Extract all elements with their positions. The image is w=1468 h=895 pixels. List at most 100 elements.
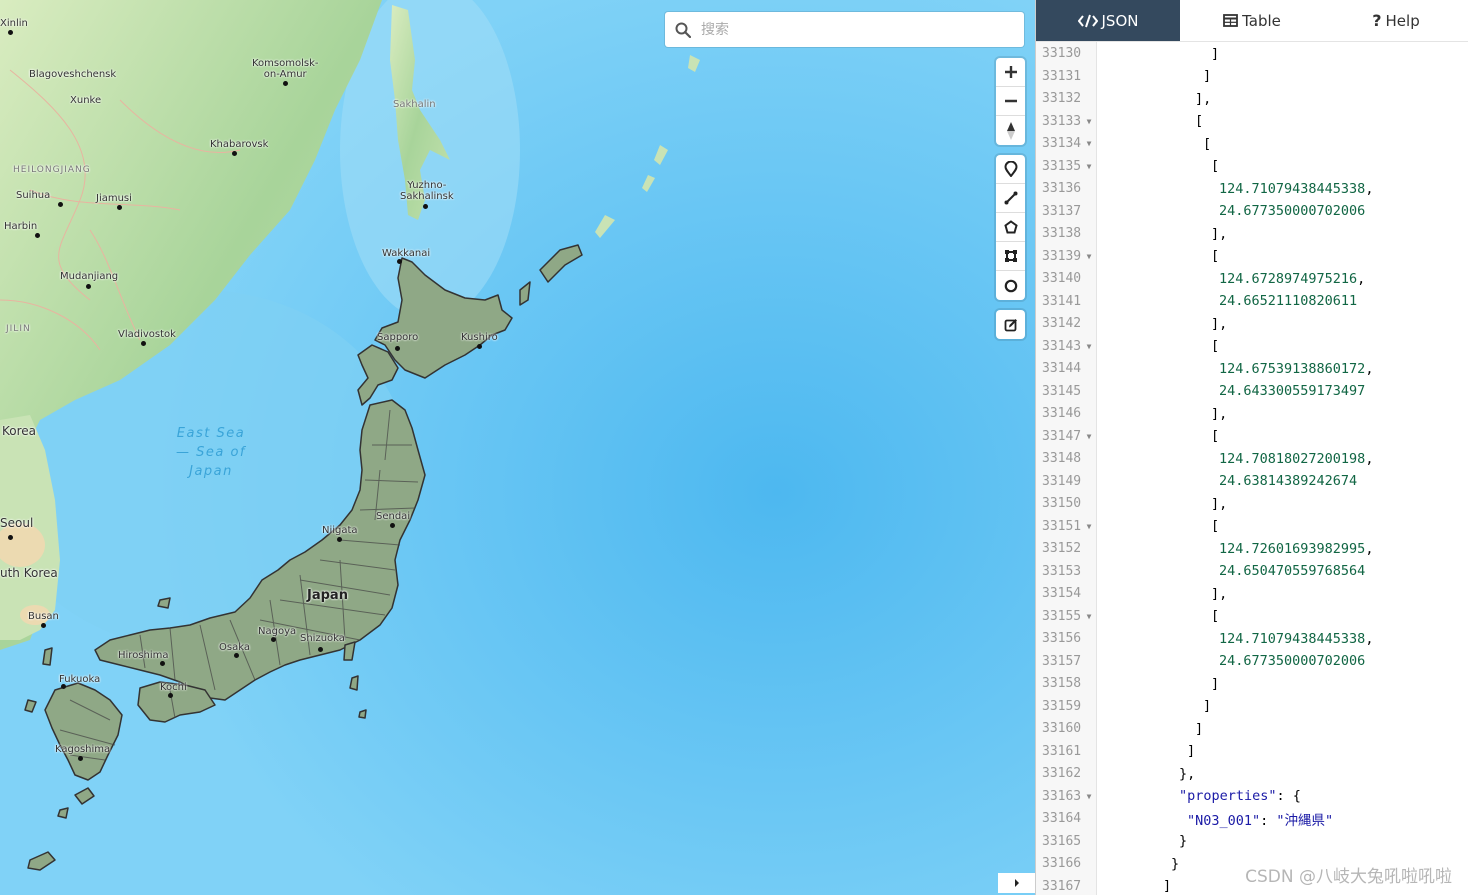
json-punct: ],	[1211, 495, 1228, 512]
city-dot	[283, 81, 288, 86]
region-label: HEILONGJIANG	[13, 165, 91, 175]
fold-toggle-icon[interactable]: ▼	[1083, 162, 1095, 171]
code-icon	[1077, 14, 1098, 27]
line-number: 33165	[1042, 833, 1082, 849]
code-line: 33162},	[1036, 763, 1468, 786]
code-line: 33148 124.70818027200198,	[1036, 448, 1468, 471]
draw-line-button[interactable]	[996, 184, 1025, 213]
search-input[interactable]	[701, 13, 1024, 46]
zoom-in-button[interactable]	[996, 58, 1025, 87]
code-text: ],	[1211, 586, 1227, 602]
place-label: Komsomolsk- on-Amur	[252, 58, 319, 80]
code-line: 33155 ▼ [	[1036, 605, 1468, 628]
json-key: "properties"	[1179, 788, 1277, 805]
code-text: },	[1179, 766, 1195, 782]
place-label: Wakkanai	[382, 248, 431, 259]
json-punct: ],	[1195, 90, 1212, 107]
code-line: 33151 ▼ [	[1036, 515, 1468, 538]
fold-toggle-icon[interactable]: ▼	[1083, 432, 1095, 441]
line-number: 33135	[1042, 158, 1082, 174]
code-text: [	[1211, 428, 1219, 444]
question-icon: ?	[1372, 11, 1382, 30]
line-number: 33151	[1042, 518, 1082, 534]
code-line: 33165}	[1036, 830, 1468, 853]
search-icon[interactable]	[665, 12, 701, 47]
zoom-in-icon	[1004, 66, 1017, 78]
json-number: 124.71079438445338	[1219, 630, 1366, 647]
code-text: ]	[1211, 676, 1219, 692]
code-text: 124.70818027200198,	[1219, 451, 1373, 467]
code-text: 124.72601693982995,	[1219, 541, 1373, 557]
json-number: 124.67539138860172	[1219, 360, 1366, 377]
zoom-out-icon	[1004, 99, 1017, 103]
code-line: 33154],	[1036, 583, 1468, 606]
code-text: 124.71079438445338,	[1219, 631, 1373, 647]
map-view[interactable]: Xinlin Blagoveshchensk Komsomolsk- on-Am…	[0, 0, 1035, 895]
compass-icon	[1006, 121, 1015, 140]
edit-control	[996, 310, 1025, 339]
json-punct: [	[1195, 113, 1204, 130]
code-line: 33135 ▼ [	[1036, 155, 1468, 178]
json-editor[interactable]: 33130] 33131] 33132], 33133 ▼[33134 ▼[33135 ▼[…	[1036, 42, 1468, 895]
code-text: ],	[1211, 406, 1227, 422]
compass-button[interactable]	[996, 116, 1025, 145]
json-punct: ]	[1163, 878, 1172, 895]
region-label: JILIN	[6, 324, 31, 334]
fold-toggle-icon[interactable]: ▼	[1083, 792, 1095, 801]
place-label: Niigata	[322, 525, 358, 536]
line-number: 33156	[1042, 631, 1082, 647]
panel-tabs: JSON Table ? Help	[1036, 0, 1468, 42]
place-label: Blagoveshchensk	[29, 69, 117, 80]
line-number: 33143	[1042, 338, 1082, 354]
tab-table[interactable]: Table	[1180, 0, 1324, 41]
code-text: ]	[1187, 743, 1195, 759]
fold-toggle-icon[interactable]: ▼	[1083, 522, 1095, 531]
fold-toggle-icon[interactable]: ▼	[1083, 139, 1095, 148]
base-map	[0, 0, 1035, 895]
fold-toggle-icon[interactable]: ▼	[1083, 117, 1095, 126]
line-number: 33137	[1042, 203, 1082, 219]
json-punct: [	[1211, 158, 1220, 175]
line-number: 33149	[1042, 473, 1082, 489]
json-punct: ,	[1365, 180, 1374, 197]
city-dot	[423, 204, 428, 209]
json-number: 24.66521110820611	[1219, 293, 1358, 310]
place-label: Sapporo	[377, 332, 419, 343]
edit-layers-button[interactable]	[996, 310, 1025, 339]
island-label: Sakhalin	[393, 99, 436, 110]
draw-rectangle-button[interactable]	[996, 242, 1025, 271]
draw-marker-button[interactable]	[996, 155, 1025, 184]
tab-label: Help	[1385, 11, 1420, 30]
code-line: 33144 124.67539138860172,	[1036, 358, 1468, 381]
code-line: 33157 24.677350000702006	[1036, 650, 1468, 673]
city-dot	[8, 535, 13, 540]
code-text: ]	[1203, 698, 1211, 714]
draw-polygon-button[interactable]	[996, 213, 1025, 242]
place-label: Kochi	[160, 682, 187, 693]
country-label: Japan	[307, 588, 348, 603]
line-number: 33155	[1042, 608, 1082, 624]
line-number: 33132	[1042, 91, 1082, 107]
place-label: Seoul	[0, 516, 34, 530]
zoom-out-button[interactable]	[996, 87, 1025, 116]
tab-json[interactable]: JSON	[1036, 0, 1180, 41]
code-line: 33143 ▼ [	[1036, 335, 1468, 358]
code-line: 33138],	[1036, 223, 1468, 246]
city-dot	[35, 233, 40, 238]
city-dot	[390, 523, 395, 528]
json-number: 24.650470559768564	[1219, 563, 1366, 580]
json-number: 124.70818027200198	[1219, 450, 1366, 467]
draw-circle-icon	[1004, 279, 1017, 292]
collapse-panel-button[interactable]	[998, 873, 1035, 893]
json-punct: },	[1179, 765, 1196, 782]
draw-circle-button[interactable]	[996, 271, 1025, 300]
place-label: Sendai	[376, 511, 411, 522]
fold-toggle-icon[interactable]: ▼	[1083, 612, 1095, 621]
fold-toggle-icon[interactable]: ▼	[1083, 252, 1095, 261]
tab-help[interactable]: ? Help	[1324, 0, 1468, 41]
city-dot	[397, 259, 402, 264]
code-text: ],	[1195, 91, 1211, 107]
code-text: ],	[1211, 496, 1227, 512]
code-line: 33142],	[1036, 313, 1468, 336]
fold-toggle-icon[interactable]: ▼	[1083, 342, 1095, 351]
